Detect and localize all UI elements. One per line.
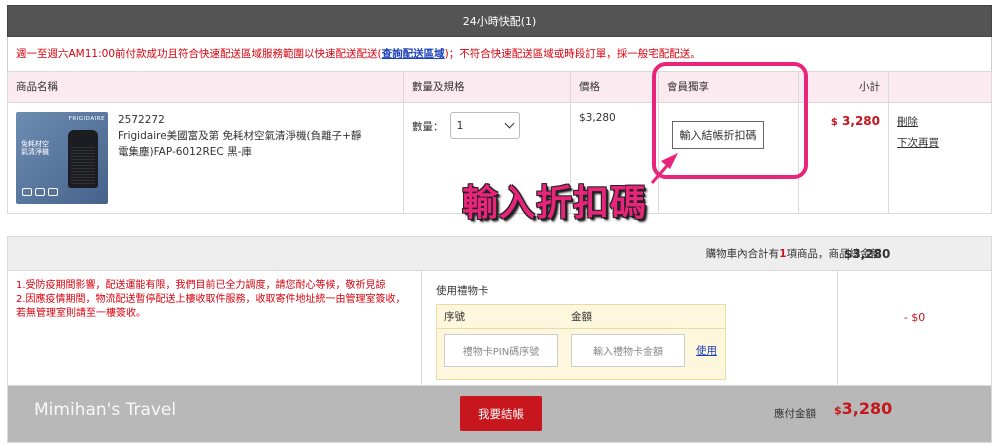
use-gift-card-link[interactable]: 使用 [696, 343, 717, 358]
gift-col-amount: 金額 [571, 311, 592, 323]
gift-card-header: 序號 金額 [437, 305, 725, 329]
payable-value: 3,280 [841, 399, 893, 418]
summary-middle: 1.受防疫期間影響，配送運能有限，我們目前已全力調度，請您耐心等候，敬祈見諒 2… [8, 271, 991, 386]
gift-card-box: 序號 金額 禮物卡PIN碼序號 輸入禮物卡金額 使用 [436, 304, 726, 380]
gift-card-title: 使用禮物卡 [436, 285, 489, 297]
gift-col-serial: 序號 [444, 311, 465, 323]
checkout-bar: Mimihan's Travel 我要結帳 應付金額 $3,280 [8, 386, 991, 442]
gift-card-pin-input[interactable]: 禮物卡PIN碼序號 [444, 334, 558, 367]
cart-total-row: 購物車內合計有1項商品，商品總金額 $3,280 [8, 237, 991, 271]
checkout-button[interactable]: 我要結帳 [460, 396, 542, 431]
gift-card-inputs: 禮物卡PIN碼序號 輸入禮物卡金額 使用 [437, 329, 725, 372]
payable-label: 應付金額 [774, 408, 816, 420]
watermark: Mimihan's Travel [34, 400, 177, 420]
covid-line-1: 1.受防疫期間影響，配送運能有限，我們目前已全力調度，請您耐心等候，敬祈見諒 [16, 280, 386, 291]
covid-notice: 1.受防疫期間影響，配送運能有限，我們目前已全力調度，請您耐心等候，敬祈見諒 2… [8, 271, 422, 385]
gift-card-discount: - $0 [903, 311, 926, 324]
payable-amount: $3,280 [834, 399, 892, 418]
total-amount: $3,280 [844, 247, 891, 261]
payable-currency: $ [834, 404, 842, 417]
covid-line-2: 2.因應疫情期間，物流配送暫停配送上樓收取件服務，收取寄件地址統一由管理室簽收，… [16, 294, 406, 319]
total-prefix: 購物車內合計有 [705, 248, 780, 260]
gift-card-amount-input[interactable]: 輸入禮物卡金額 [571, 334, 685, 367]
order-summary: 購物車內合計有1項商品，商品總金額 $3,280 1.受防疫期間影響，配送運能有… [7, 236, 992, 443]
gift-card-section: 使用禮物卡 序號 金額 禮物卡PIN碼序號 輸入禮物卡金額 使用 [422, 271, 838, 385]
item-count: 1 [779, 248, 787, 260]
annotation-text: 輸入折扣碼 [462, 183, 648, 224]
